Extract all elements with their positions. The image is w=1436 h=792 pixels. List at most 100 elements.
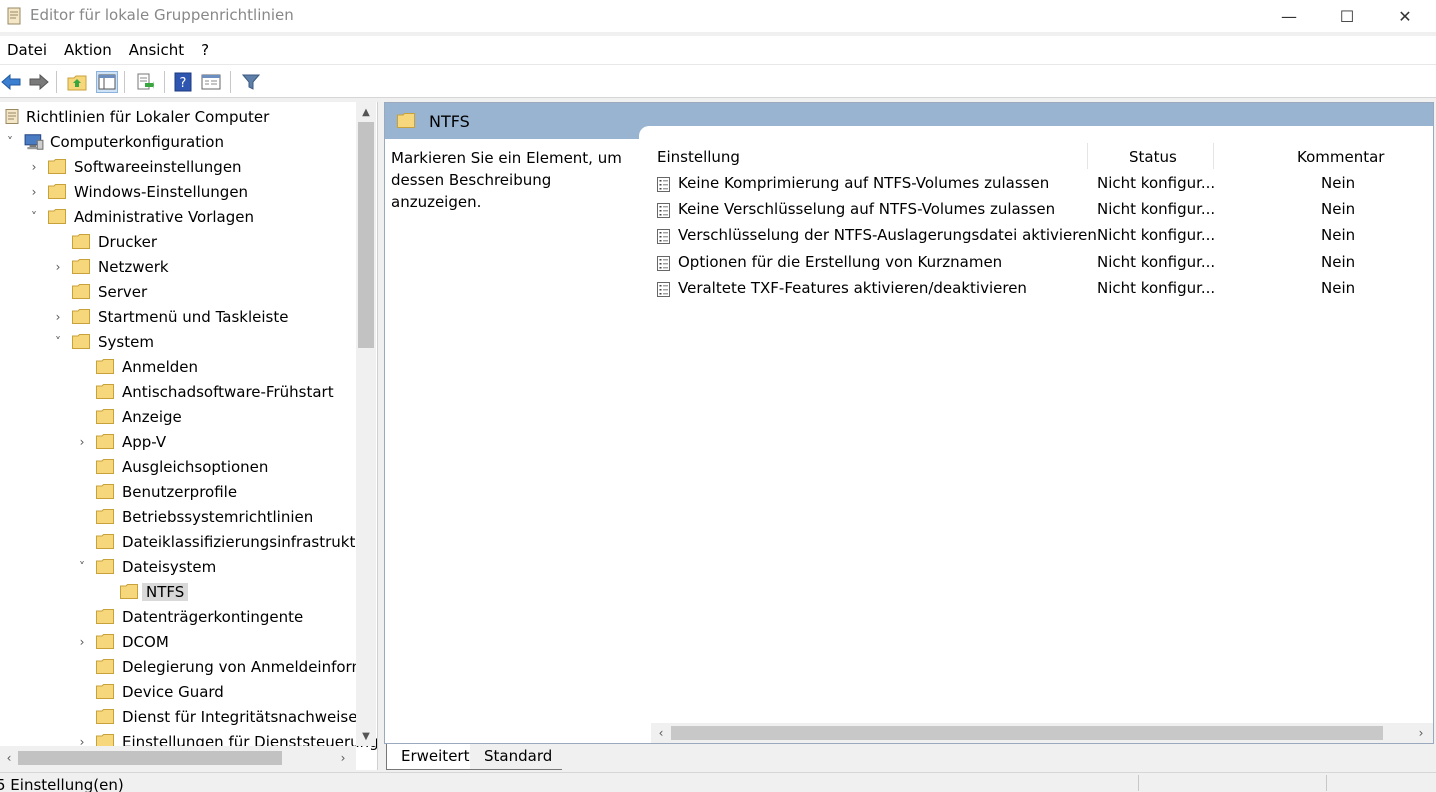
- setting-status: Nicht konfigur...: [1097, 200, 1216, 219]
- chevron-down-icon[interactable]: ˅: [76, 555, 88, 579]
- chevron-right-icon[interactable]: ›: [52, 255, 64, 279]
- show-hide-tree-button[interactable]: [96, 71, 118, 93]
- chevron-right-icon[interactable]: ›: [28, 155, 40, 179]
- setting-name: Keine Komprimierung auf NTFS-Volumes zul…: [678, 174, 1050, 192]
- setting-status: Nicht konfigur...: [1097, 174, 1216, 192]
- tree-node[interactable]: › Netzwerk: [0, 255, 356, 279]
- tree-pane: Richtlinien für Lokaler Computer ˅ Compute…: [0, 102, 378, 770]
- properties-view-button[interactable]: [200, 71, 222, 93]
- tree-node[interactable]: Dateiklassifizierungsinfrastruktur: [0, 530, 371, 554]
- scroll-left-arrow-icon[interactable]: ‹: [651, 723, 671, 743]
- tab-erweitert[interactable]: Erweitert: [386, 744, 480, 770]
- scroll-left-arrow-icon[interactable]: ‹: [0, 746, 18, 770]
- export-list-button[interactable]: [134, 71, 156, 93]
- tree-node[interactable]: Anzeige: [0, 405, 356, 429]
- chevron-down-icon[interactable]: ˅: [52, 330, 64, 354]
- tree-vertical-scrollbar[interactable]: ▲ ▼: [356, 102, 376, 746]
- tab-standard[interactable]: Standard: [470, 744, 563, 770]
- tree-node[interactable]: NTFS: [0, 580, 356, 604]
- status-separator: [1326, 775, 1327, 791]
- folder-icon: [72, 309, 90, 324]
- scroll-up-arrow-icon[interactable]: ▲: [356, 102, 376, 122]
- folder-icon: [72, 259, 90, 274]
- column-header-status[interactable]: Status: [1129, 143, 1177, 171]
- tree-node-label: Datenträgerkontingente: [122, 608, 304, 626]
- policy-document-icon: [5, 109, 19, 124]
- table-row[interactable]: Keine Komprimierung auf NTFS-Volumes zul…: [653, 171, 1433, 197]
- details-horizontal-scrollbar[interactable]: ‹ ›: [651, 723, 1433, 743]
- up-folder-button[interactable]: [66, 71, 88, 93]
- chevron-right-icon[interactable]: ›: [28, 180, 40, 204]
- tree-node[interactable]: › App-V: [0, 430, 356, 454]
- chevron-right-icon[interactable]: ›: [52, 305, 64, 329]
- chevron-down-icon[interactable]: ˅: [4, 130, 16, 154]
- tree-node[interactable]: ˅ Dateisystem: [0, 555, 356, 579]
- close-button[interactable]: ✕: [1376, 0, 1434, 32]
- policy-setting-icon: [657, 177, 670, 192]
- tree-node-label: Delegierung von Anmeldeinforma: [122, 658, 376, 676]
- help-button[interactable]: ?: [172, 71, 194, 93]
- tree-node[interactable]: › Startmenü und Taskleiste: [0, 305, 356, 329]
- scroll-right-arrow-icon[interactable]: ›: [334, 746, 352, 770]
- column-separator[interactable]: [1087, 143, 1088, 169]
- table-row[interactable]: Keine Verschlüsselung auf NTFS-Volumes z…: [653, 197, 1433, 223]
- tree-node[interactable]: › Windows-Einstellungen: [0, 180, 356, 204]
- menu-aktion[interactable]: Aktion: [57, 41, 122, 59]
- menu-help[interactable]: ?: [194, 41, 219, 59]
- description-text: Markieren Sie ein Element, um dessen Bes…: [391, 149, 622, 211]
- tree-node[interactable]: Datenträgerkontingente: [0, 605, 356, 629]
- column-header-einstellung[interactable]: Einstellung: [657, 143, 740, 171]
- tree-horizontal-scrollbar[interactable]: ‹ ›: [0, 746, 356, 770]
- toolbar-separator: [56, 71, 57, 93]
- tree-node[interactable]: Antischadsoftware-Frühstart: [0, 380, 356, 404]
- column-header-kommentar[interactable]: Kommentar: [1297, 143, 1384, 171]
- tree-node[interactable]: ˅ Computerkonfiguration: [0, 130, 356, 154]
- tree-node[interactable]: Benutzerprofile: [0, 480, 356, 504]
- tree-node[interactable]: Delegierung von Anmeldeinforma: [0, 655, 375, 679]
- toolbar: ?: [0, 64, 1436, 98]
- table-row[interactable]: Veraltete TXF-Features aktivieren/deakti…: [653, 276, 1433, 302]
- chevron-down-icon[interactable]: ˅: [28, 205, 40, 229]
- tree-node-label: Anmelden: [122, 358, 199, 376]
- scroll-down-arrow-icon[interactable]: ▼: [356, 726, 376, 746]
- toolbar-separator: [230, 71, 231, 93]
- menu-datei[interactable]: Datei: [0, 41, 57, 59]
- tree-node[interactable]: Ausgleichsoptionen: [0, 455, 356, 479]
- tree-node[interactable]: ˅ Administrative Vorlagen: [0, 205, 356, 229]
- window-title: Editor für lokale Gruppenrichtlinien: [30, 6, 294, 24]
- tree-node[interactable]: Server: [0, 280, 356, 304]
- tree-node[interactable]: Drucker: [0, 230, 356, 254]
- tree-node[interactable]: Device Guard: [0, 680, 356, 704]
- minimize-button[interactable]: —: [1260, 0, 1318, 32]
- folder-icon: [96, 409, 114, 424]
- table-row[interactable]: Verschlüsselung der NTFS-Auslagerungsdat…: [653, 223, 1433, 249]
- tree-node[interactable]: › Softwareeinstellungen: [0, 155, 356, 179]
- tree-node[interactable]: Betriebssystemrichtlinien: [0, 505, 356, 529]
- column-separator[interactable]: [1213, 143, 1214, 169]
- maximize-button[interactable]: ☐: [1318, 0, 1376, 32]
- tree-node[interactable]: Anmelden: [0, 355, 356, 379]
- scroll-thumb[interactable]: [358, 122, 374, 348]
- folder-icon: [96, 609, 114, 624]
- filter-button[interactable]: [240, 71, 262, 93]
- tree-node[interactable]: › DCOM: [0, 630, 356, 654]
- scroll-thumb[interactable]: [18, 751, 282, 765]
- tree-node-label: Anzeige: [122, 408, 182, 426]
- chevron-right-icon[interactable]: ›: [76, 430, 88, 454]
- back-button[interactable]: [0, 71, 22, 93]
- tree-node[interactable]: ˅ System: [0, 330, 356, 354]
- forward-button[interactable]: [28, 71, 50, 93]
- scroll-thumb[interactable]: [671, 726, 1383, 740]
- tree-node[interactable]: Richtlinien für Lokaler Computer: [0, 105, 356, 129]
- chevron-right-icon[interactable]: ›: [76, 630, 88, 654]
- tree-node-label: Server: [98, 283, 148, 301]
- tree-node[interactable]: Dienst für Integritätsnachweise für: [0, 705, 377, 729]
- scroll-right-arrow-icon[interactable]: ›: [1411, 723, 1431, 743]
- tree-node-label: App-V: [122, 433, 167, 451]
- setting-name: Optionen für die Erstellung von Kurzname…: [678, 252, 1003, 271]
- folder-icon: [96, 459, 114, 474]
- menu-bar: Datei Aktion Ansicht ?: [0, 36, 1436, 64]
- settings-list: Einstellung Status Kommentar Keine Kompr…: [653, 139, 1433, 719]
- menu-ansicht[interactable]: Ansicht: [122, 41, 194, 59]
- table-row[interactable]: Optionen für die Erstellung von Kurzname…: [653, 250, 1433, 276]
